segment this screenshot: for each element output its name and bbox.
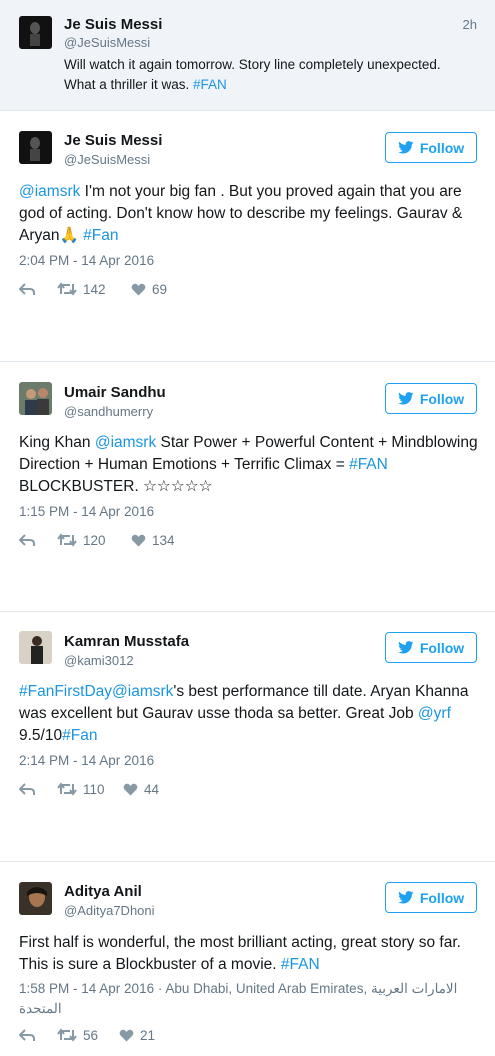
avatar[interactable] xyxy=(19,16,52,49)
user-handle[interactable]: @Aditya7Dhoni xyxy=(64,903,155,918)
tweet-card: Aditya Anil @Aditya7Dhoni Follow First h… xyxy=(0,861,495,1056)
reply-icon xyxy=(19,1028,35,1041)
tweet-date[interactable]: 1:58 PM - 14 Apr 2016 · Abu Dhabi, Unite… xyxy=(19,979,474,1019)
tweet-text: King Khan @iamsrk Star Power + Powerful … xyxy=(19,434,478,495)
tweet-text: #FanFirstDay@iamsrk's best performance t… xyxy=(19,683,469,744)
pray-emoji: 🙏 xyxy=(59,227,79,244)
avatar[interactable] xyxy=(19,631,52,664)
hashtag-link[interactable]: #Fan xyxy=(62,727,97,744)
user-name[interactable]: Umair Sandhu xyxy=(64,384,166,401)
like-button[interactable]: 69 xyxy=(131,282,167,297)
heart-icon xyxy=(131,283,146,295)
tweet-card: Je Suis Messi @JeSuisMessi Follow @iamsr… xyxy=(0,111,495,361)
retweet-button[interactable]: 120 xyxy=(57,533,131,548)
tweet-date[interactable]: 1:15 PM - 14 Apr 2016 xyxy=(19,504,154,519)
reply-button[interactable] xyxy=(19,1028,57,1042)
retweet-count: 120 xyxy=(83,532,106,548)
retweet-button[interactable]: 110 xyxy=(57,782,123,797)
twitter-bird-icon xyxy=(397,641,414,654)
retweet-button[interactable]: 142 xyxy=(57,282,131,297)
like-count: 44 xyxy=(144,781,160,797)
tweet-card: Kamran Musstafa @kami3012 Follow #FanFir… xyxy=(0,611,495,861)
tweet-card: Umair Sandhu @sandhumerry Follow King Kh… xyxy=(0,361,495,611)
user-name[interactable]: Kamran Musstafa xyxy=(64,633,189,650)
user-handle[interactable]: @JeSuisMessi xyxy=(64,35,150,50)
reply-button[interactable] xyxy=(19,533,57,547)
like-button[interactable]: 44 xyxy=(123,782,159,797)
retweet-icon xyxy=(57,533,77,547)
hashtag-link[interactable]: #Fan xyxy=(83,227,118,244)
tweet-actions: 56 21 xyxy=(19,1025,155,1045)
heart-icon xyxy=(123,783,138,795)
tweet-text: First half is wonderful, the most brilli… xyxy=(19,934,461,973)
reply-button[interactable] xyxy=(19,782,57,796)
mention-link[interactable]: @iamsrk xyxy=(95,434,156,451)
retweet-icon xyxy=(57,1028,77,1042)
retweet-count: 110 xyxy=(83,781,105,797)
user-handle[interactable]: @kami3012 xyxy=(64,653,134,668)
follow-button[interactable]: Follow xyxy=(385,632,477,663)
mention-link[interactable]: @yrf xyxy=(418,705,451,722)
user-name[interactable]: Aditya Anil xyxy=(64,883,142,900)
reply-icon xyxy=(19,533,35,546)
avatar[interactable] xyxy=(19,882,52,915)
retweet-icon xyxy=(57,782,77,796)
retweet-count: 142 xyxy=(83,281,106,297)
follow-button[interactable]: Follow xyxy=(385,132,477,163)
heart-icon xyxy=(131,534,146,546)
heart-icon xyxy=(119,1029,134,1041)
user-name[interactable]: Je Suis Messi xyxy=(64,16,162,33)
like-count: 69 xyxy=(152,281,168,297)
twitter-bird-icon xyxy=(397,891,414,904)
tweet-date[interactable]: 2:14 PM - 14 Apr 2016 xyxy=(19,753,154,768)
tweet-actions: 142 69 xyxy=(19,279,167,299)
retweet-button[interactable]: 56 xyxy=(57,1028,119,1043)
reply-icon xyxy=(19,782,35,795)
tweet-actions: 110 44 xyxy=(19,779,159,799)
hashtag-link[interactable]: #FanFirstDay xyxy=(19,683,112,700)
tweet-actions: 120 134 xyxy=(19,530,175,550)
twitter-bird-icon xyxy=(397,392,414,405)
tweet-text: @iamsrk I'm not your big fan . But you p… xyxy=(19,183,463,244)
avatar[interactable] xyxy=(19,382,52,415)
user-name[interactable]: Je Suis Messi xyxy=(64,132,162,149)
retweet-count: 56 xyxy=(83,1027,99,1043)
like-button[interactable]: 21 xyxy=(119,1028,155,1043)
avatar[interactable] xyxy=(19,131,52,164)
reply-icon xyxy=(19,282,35,295)
twitter-bird-icon xyxy=(397,141,414,154)
hashtag-link[interactable]: #FAN xyxy=(281,956,320,973)
user-handle[interactable]: @sandhumerry xyxy=(64,404,153,419)
tweet-text: Will watch it again tomorrow. Story line… xyxy=(64,57,441,92)
mention-link[interactable]: @iamsrk xyxy=(19,183,80,200)
hashtag-link[interactable]: #FAN xyxy=(193,77,227,92)
like-count: 21 xyxy=(140,1027,156,1043)
like-count: 134 xyxy=(152,532,175,548)
reply-tweet: Je Suis Messi @JeSuisMessi 2h Will watch… xyxy=(0,0,495,111)
like-button[interactable]: 134 xyxy=(131,533,175,548)
retweet-icon xyxy=(57,282,77,296)
follow-button[interactable]: Follow xyxy=(385,383,477,414)
reply-button[interactable] xyxy=(19,282,57,296)
user-handle[interactable]: @JeSuisMessi xyxy=(64,152,150,167)
tweet-date[interactable]: 2:04 PM - 14 Apr 2016 xyxy=(19,253,154,268)
timestamp[interactable]: 2h xyxy=(463,17,477,32)
hashtag-link[interactable]: #FAN xyxy=(349,456,388,473)
mention-link[interactable]: @iamsrk xyxy=(112,683,173,700)
follow-button[interactable]: Follow xyxy=(385,882,477,913)
